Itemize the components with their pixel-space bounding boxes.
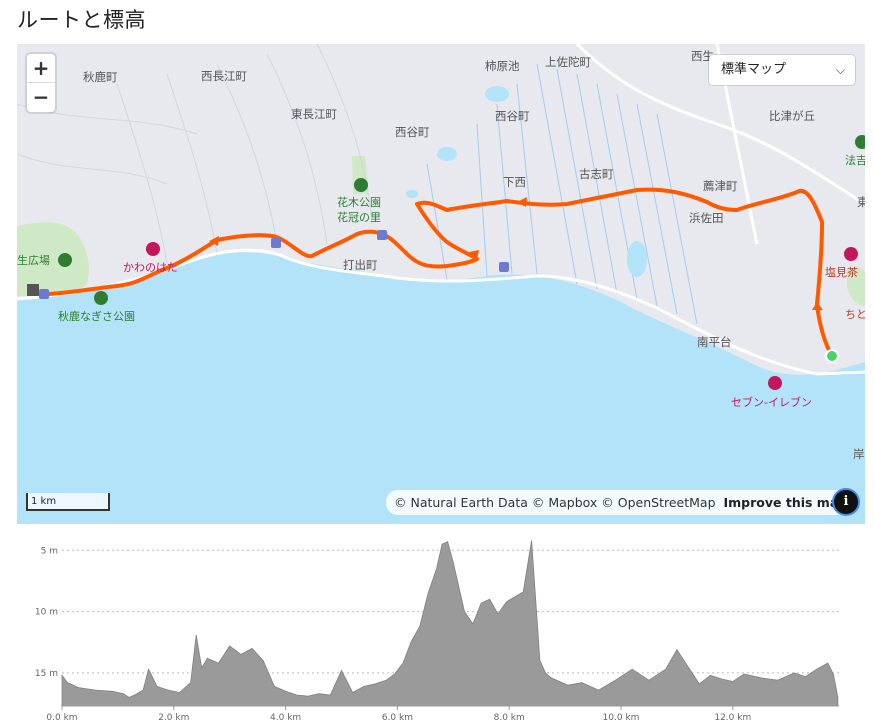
map-label: 花木公園 [337, 196, 381, 209]
x-tick-label: 2.0 km [158, 713, 189, 723]
finish-flag-icon [27, 284, 39, 296]
attribution-text: © Natural Earth Data © Mapbox © OpenStre… [394, 495, 716, 510]
elevation-chart: 15 m 10 m 5 m 0.0 km 2.0 km 4.0 km 6.0 km 8.0 k… [35, 540, 839, 723]
map-label: 秋鹿なぎさ公園 [58, 310, 135, 323]
map-style-value: 標準マップ [721, 62, 787, 77]
map-canvas[interactable] [17, 44, 865, 524]
map-label: 下西 [503, 175, 526, 189]
page-title: ルートと標高 [17, 8, 146, 32]
y-tick-label: 5 m [41, 546, 58, 556]
map-label: かわのはた [123, 261, 178, 274]
y-tick-label: 10 m [35, 608, 58, 618]
map-attribution: © Natural Earth Data © Mapbox © OpenStre… [386, 490, 858, 515]
info-icon[interactable]: i [834, 490, 858, 514]
map-label: 上佐陀町 [545, 55, 591, 69]
zoom-in-button[interactable]: + [27, 54, 55, 83]
start-marker [825, 349, 839, 363]
y-tick-label: 15 m [35, 669, 58, 679]
map-label: 打出町 [343, 258, 378, 272]
map-label: 古志町 [579, 167, 614, 181]
x-tick-label: 6.0 km [382, 713, 413, 723]
route-map[interactable]: 秋鹿町 西長江町 柿原池 上佐陀町 西生 東長江町 西谷町 西谷町 比津が丘 法… [17, 44, 865, 524]
map-label: 薦津町 [703, 179, 738, 193]
map-label: 比津が丘 [769, 109, 815, 123]
map-label: 秋鹿町 [83, 70, 118, 84]
x-tick-label: 12.0 km [714, 713, 751, 723]
map-label: 西谷町 [495, 109, 530, 123]
zoom-control: + − [27, 54, 55, 112]
map-label: 塩見茶 [825, 266, 858, 279]
x-tick-label: 8.0 km [494, 713, 525, 723]
map-style-select[interactable]: 標準マップ ⌵ [709, 55, 855, 85]
x-tick-label: 10.0 km [603, 713, 640, 723]
zoom-out-button[interactable]: − [27, 83, 55, 111]
map-label: 生広場 [17, 254, 50, 267]
map-label: 浜佐田 [689, 211, 724, 225]
map-label: 花冠の里 [337, 211, 381, 224]
map-label: セブン-イレブン [731, 396, 812, 409]
map-label: 西長江町 [201, 69, 247, 83]
map-label: 東 [857, 195, 865, 209]
map-label: 南平台 [697, 335, 732, 349]
map-label: 東長江町 [291, 107, 337, 121]
improve-map-link[interactable]: Improve this map [724, 495, 848, 510]
map-label: 西谷町 [395, 125, 430, 139]
map-label: 岸 [853, 447, 865, 461]
map-label: 柿原池 [485, 59, 520, 73]
map-label: 法吉 [845, 154, 865, 167]
x-tick-label: 0.0 km [46, 713, 77, 723]
scale-bar: 1 km [26, 493, 110, 511]
x-tick-label: 4.0 km [270, 713, 301, 723]
map-label: ちと [845, 308, 865, 321]
chevron-down-icon: ⌵ [835, 63, 845, 77]
elevation-area [61, 540, 839, 707]
